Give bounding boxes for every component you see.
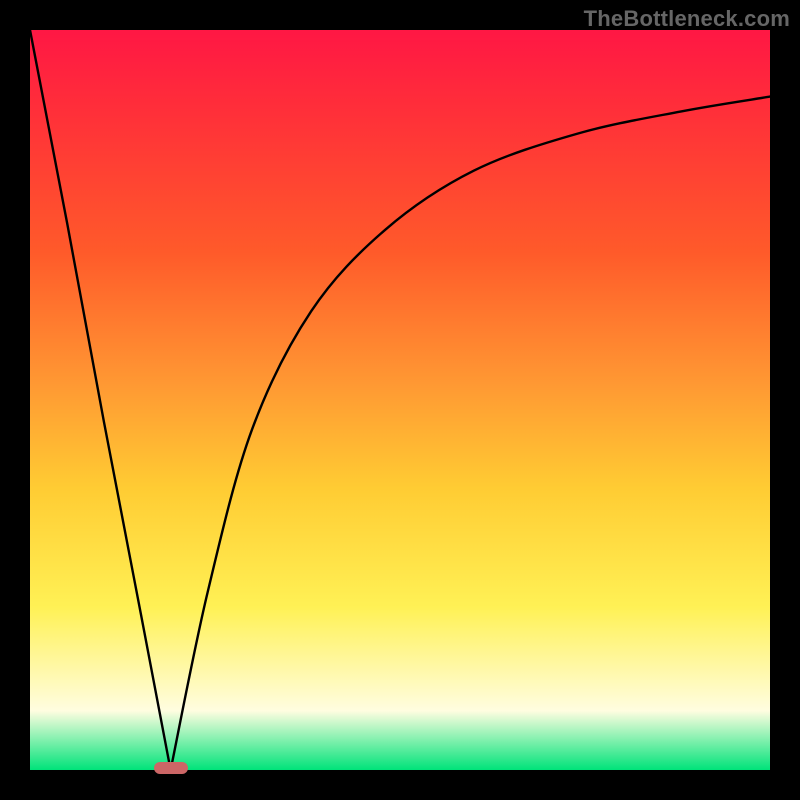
minimum-marker (154, 762, 188, 774)
plot-area (30, 30, 770, 770)
attribution-text: TheBottleneck.com (584, 6, 790, 32)
bottleneck-curve (30, 30, 770, 770)
curve-right-branch (171, 97, 770, 770)
curve-left-branch (30, 30, 171, 770)
chart-canvas: TheBottleneck.com (0, 0, 800, 800)
